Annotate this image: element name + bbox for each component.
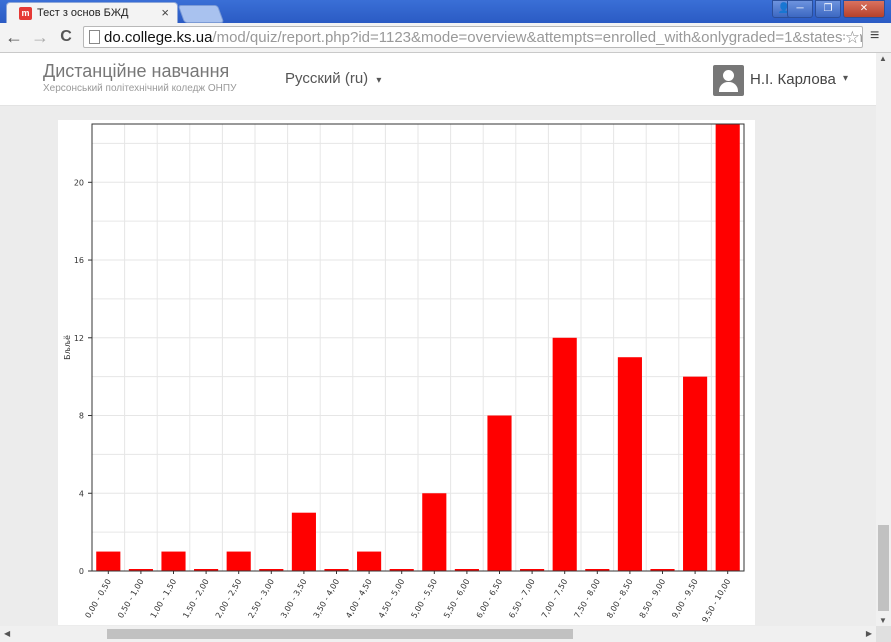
back-button[interactable]: ← bbox=[4, 27, 24, 47]
url-path: /mod/quiz/report.php?id=1123&mode=overvi… bbox=[212, 29, 863, 46]
scroll-left-icon[interactable]: ◀ bbox=[4, 629, 10, 638]
site-subtitle: Херсонський політехнічний коледж ОНПУ bbox=[43, 83, 237, 94]
x-tick-label: 6,00 - 6,50 bbox=[475, 578, 505, 620]
scroll-down-icon[interactable]: ▼ bbox=[879, 616, 887, 625]
y-tick-label: 8 bbox=[79, 412, 84, 421]
avatar-head bbox=[723, 70, 734, 81]
x-tick-label: 4,00 - 4,50 bbox=[344, 578, 374, 620]
close-window-button[interactable]: ✕ bbox=[843, 0, 885, 18]
bar bbox=[226, 551, 251, 571]
x-tick-label: 6,50 - 7,00 bbox=[507, 578, 537, 620]
window-titlebar: m Тест з основ БЖД × 👤 ─ ❐ ✕ bbox=[0, 0, 891, 23]
x-tick-label: 2,50 - 3,00 bbox=[246, 578, 276, 620]
bar bbox=[96, 551, 121, 571]
scroll-corner bbox=[876, 626, 891, 642]
y-tick-label: 16 bbox=[74, 256, 84, 265]
x-tick-label: 1,50 - 2,00 bbox=[181, 578, 211, 620]
browser-tab[interactable]: m Тест з основ БЖД × bbox=[6, 2, 178, 23]
language-menu[interactable]: Русский (ru) ▾ bbox=[285, 70, 381, 87]
bar bbox=[552, 337, 577, 571]
horizontal-scrollbar[interactable]: ◀ ▶ bbox=[0, 626, 876, 642]
x-tick-label: 2,00 - 2,50 bbox=[214, 578, 244, 620]
url-host: do.college.ks.ua bbox=[104, 29, 213, 46]
chevron-down-icon: ▾ bbox=[376, 75, 382, 86]
y-tick-label: 4 bbox=[79, 489, 84, 498]
y-tick-label: 0 bbox=[79, 567, 84, 576]
url-text: do.college.ks.ua/mod/quiz/report.php?id=… bbox=[104, 29, 863, 46]
bar bbox=[357, 551, 382, 571]
bookmark-star-icon[interactable]: ☆ bbox=[844, 28, 860, 47]
bar bbox=[161, 551, 186, 571]
window-controls: ─ ❐ ✕ bbox=[787, 0, 885, 18]
x-tick-label: 8,50 - 9,00 bbox=[638, 578, 668, 620]
forward-button[interactable]: → bbox=[30, 27, 50, 47]
horizontal-scroll-thumb[interactable] bbox=[107, 629, 573, 639]
avatar-body bbox=[719, 82, 738, 92]
x-tick-label: 9,00 - 9,50 bbox=[670, 578, 700, 620]
site-name[interactable]: Дистанційне навчання bbox=[43, 61, 229, 82]
browser-menu-icon[interactable]: ≡ bbox=[870, 27, 879, 45]
x-tick-label: 3,00 - 3,50 bbox=[279, 578, 309, 620]
site-header: Дистанційне навчання Херсонський політех… bbox=[0, 53, 876, 106]
new-tab-button[interactable] bbox=[177, 5, 225, 23]
bar bbox=[617, 357, 642, 571]
x-tick-label: 8,00 - 8,50 bbox=[605, 578, 635, 620]
bar bbox=[291, 512, 316, 571]
user-name[interactable]: Н.І. Карлова bbox=[750, 71, 836, 88]
x-tick-label: 5,50 - 6,00 bbox=[442, 578, 472, 620]
x-tick-label: 5,00 - 5,50 bbox=[409, 578, 439, 620]
y-tick-label: 20 bbox=[74, 178, 84, 187]
scroll-up-icon[interactable]: ▲ bbox=[879, 54, 887, 63]
bar bbox=[422, 493, 447, 571]
x-tick-label: 1,00 - 1,50 bbox=[149, 578, 179, 620]
bar bbox=[487, 415, 512, 571]
minimize-button[interactable]: ─ bbox=[787, 0, 813, 18]
y-axis-label: Бљљё bbox=[63, 335, 72, 360]
vertical-scroll-thumb[interactable] bbox=[878, 525, 889, 611]
tab-title: Тест з основ БЖД bbox=[37, 7, 129, 19]
x-tick-label: 9,50 - 10,00 bbox=[700, 578, 732, 625]
vertical-scrollbar[interactable]: ▲ ▼ bbox=[876, 53, 891, 626]
x-tick-label: 7,00 - 7,50 bbox=[540, 578, 570, 620]
site-favicon-icon: m bbox=[19, 7, 32, 20]
maximize-button[interactable]: ❐ bbox=[815, 0, 841, 18]
avatar[interactable] bbox=[713, 65, 744, 96]
scroll-right-icon[interactable]: ▶ bbox=[866, 629, 872, 638]
y-tick-label: 12 bbox=[74, 334, 84, 343]
bar bbox=[715, 124, 740, 571]
chart-container: 0 4 8 12 16 20 0,00 - 0,50 0,50 - 1,00 1,00 - 1,… bbox=[58, 120, 755, 625]
user-menu-chevron-icon[interactable]: ▾ bbox=[843, 73, 848, 84]
x-tick-label: 0,50 - 1,00 bbox=[116, 578, 146, 620]
tab-close-icon[interactable]: × bbox=[161, 5, 169, 20]
address-bar[interactable]: do.college.ks.ua/mod/quiz/report.php?id=… bbox=[83, 26, 863, 48]
x-tick-label: 0,00 - 0,50 bbox=[83, 578, 113, 620]
browser-toolbar: ← → C do.college.ks.ua/mod/quiz/report.p… bbox=[0, 23, 891, 53]
reload-button[interactable]: C bbox=[56, 27, 76, 47]
x-tick-label: 4,50 - 5,00 bbox=[377, 578, 407, 620]
page-icon bbox=[89, 30, 100, 44]
language-label: Русский (ru) bbox=[285, 70, 369, 87]
x-tick-label: 7,50 - 8,00 bbox=[572, 578, 602, 620]
x-tick-label: 3,50 - 4,00 bbox=[312, 578, 342, 620]
grades-histogram: 0 4 8 12 16 20 0,00 - 0,50 0,50 - 1,00 1,00 - 1,… bbox=[63, 123, 745, 625]
bar bbox=[683, 376, 708, 571]
